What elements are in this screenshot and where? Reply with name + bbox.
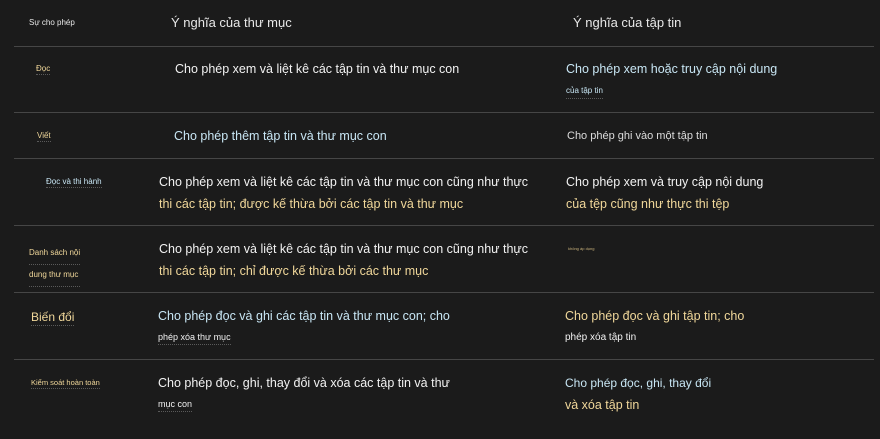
header-file-meaning: Ý nghĩa của tập tin xyxy=(573,15,682,30)
header-permission: Sự cho phép xyxy=(29,18,75,27)
folder-meaning: Cho phép xem và liệt kê các tập tin và t… xyxy=(175,62,460,76)
table-row: Kiểm soát hoàn toàn Cho phép đọc, ghi, t… xyxy=(14,360,874,439)
permission-label: Danh sách nội dung thư mục xyxy=(29,243,81,287)
file-meaning: Cho phép đọc, ghi, thay đổi và xóa tập t… xyxy=(565,376,712,412)
file-meaning: Cho phép xem và truy cập nội dung của tệ… xyxy=(566,175,764,211)
folder-meaning: Cho phép đọc và ghi các tập tin và thư m… xyxy=(158,305,450,345)
permission-label: Biến đổi xyxy=(31,310,75,326)
table-row: Đọc Cho phép xem và liệt kê các tập tin … xyxy=(14,46,874,113)
file-meaning: Cho phép đọc và ghi tập tin; cho phép xó… xyxy=(565,309,745,343)
permission-label: Kiểm soát hoàn toàn xyxy=(31,378,100,389)
table-header: Sự cho phép Ý nghĩa của thư mục Ý nghĩa … xyxy=(14,0,874,47)
permissions-table: Sự cho phép Ý nghĩa của thư mục Ý nghĩa … xyxy=(14,0,874,439)
header-folder-meaning: Ý nghĩa của thư mục xyxy=(171,15,292,30)
folder-meaning: Cho phép xem và liệt kê các tập tin và t… xyxy=(159,242,529,278)
file-meaning: Cho phép ghi vào một tập tin xyxy=(567,130,708,142)
table-row: Viết Cho phép thêm tập tin và thư mục co… xyxy=(14,113,874,159)
table-row: Danh sách nội dung thư mục Cho phép xem … xyxy=(14,226,874,293)
file-meaning: Cho phép xem hoặc truy cập nội dung của … xyxy=(566,58,777,99)
folder-meaning: Cho phép đọc, ghi, thay đổi và xóa các t… xyxy=(158,372,450,412)
table-row: Biến đổi Cho phép đọc và ghi các tập tin… xyxy=(14,293,874,360)
permission-label: Đọc xyxy=(36,64,51,75)
folder-meaning: Cho phép xem và liệt kê các tập tin và t… xyxy=(159,175,529,211)
folder-meaning: Cho phép thêm tập tin và thư mục con xyxy=(174,129,387,143)
permission-label: Đọc và thi hành xyxy=(46,177,102,188)
table-row: Đọc và thi hành Cho phép xem và liệt kê … xyxy=(14,159,874,226)
file-meaning: không áp dụng xyxy=(568,246,595,251)
permission-label: Viết xyxy=(37,131,51,142)
